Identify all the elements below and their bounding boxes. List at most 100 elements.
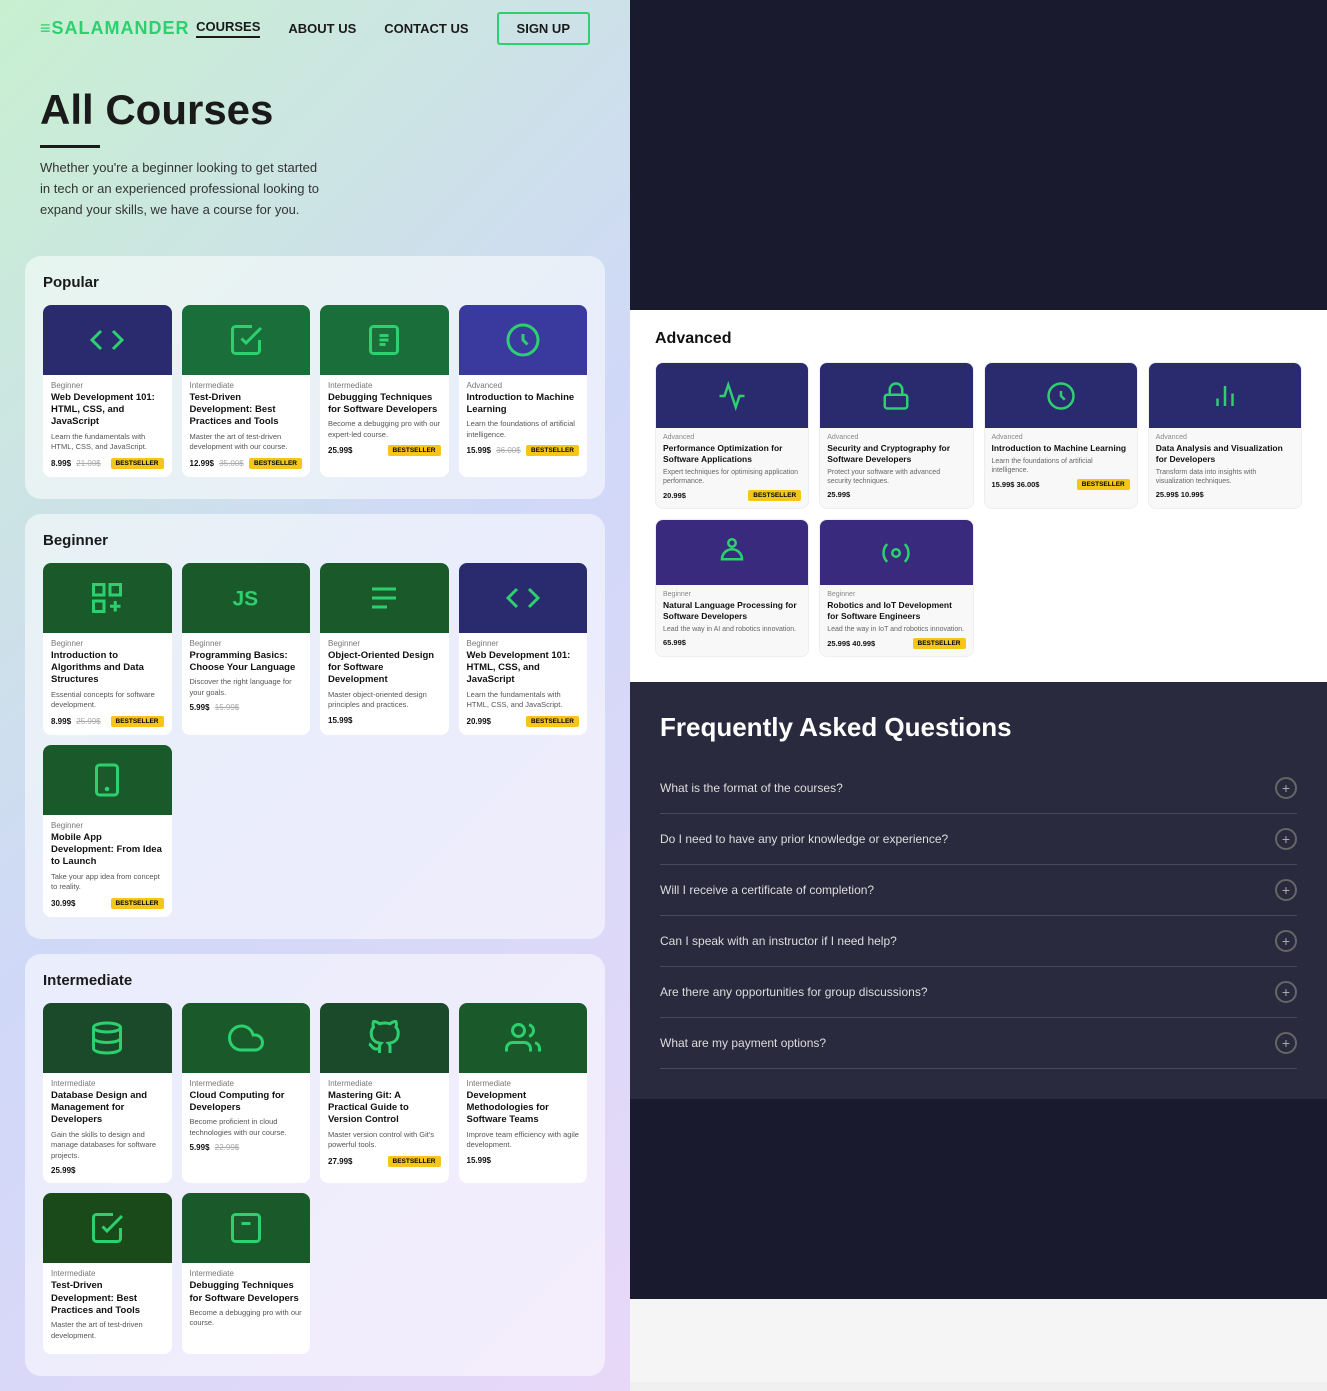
card-title: Development Methodologies for Software T… (467, 1090, 580, 1127)
card-title: Robotics and IoT Development for Softwar… (827, 600, 965, 622)
bestseller-badge: BESTSELLER (1077, 479, 1130, 490)
beginner-card-2[interactable]: JS Beginner Programming Basics: Choose Y… (182, 563, 311, 735)
advanced-card-4[interactable]: Advanced Data Analysis and Visualization… (1148, 362, 1302, 509)
popular-cards-grid: Beginner Web Development 101: HTML, CSS,… (43, 305, 587, 477)
logo[interactable]: ≡SALAMANDER (40, 18, 190, 39)
svg-text:JS: JS (232, 587, 258, 610)
card-level: Beginner (663, 591, 801, 598)
card-footer: 25.99$ (51, 1166, 164, 1175)
card-body: Intermediate Debugging Techniques for So… (320, 375, 449, 465)
beginner-title: Beginner (43, 532, 587, 549)
advanced-card-6[interactable]: Beginner Robotics and IoT Development fo… (819, 519, 973, 657)
card-price: 25.99$ (51, 1166, 75, 1175)
card-level: Beginner (827, 591, 965, 598)
faq-item-6[interactable]: What are my payment options? (660, 1018, 1297, 1069)
card-desc: Learn the fundamentals with HTML, CSS, a… (467, 690, 580, 711)
nav-about[interactable]: ABOUT US (288, 21, 356, 36)
advanced-title: Advanced (655, 330, 1302, 348)
card-footer: 20.99$ BESTSELLER (663, 490, 801, 501)
card-thumbnail (43, 1003, 172, 1073)
faq-expand-icon[interactable] (1275, 930, 1297, 952)
popular-card-3[interactable]: Intermediate Debugging Techniques for So… (320, 305, 449, 477)
advanced-card-2[interactable]: Advanced Security and Cryptography for S… (819, 362, 973, 509)
nav-courses[interactable]: COURSES (196, 19, 260, 38)
card-thumbnail (656, 520, 808, 585)
faq-item-3[interactable]: Will I receive a certificate of completi… (660, 865, 1297, 916)
card-price: 25.99$ (328, 446, 352, 455)
faq-question: Can I speak with an instructor if I need… (660, 934, 897, 948)
intermediate-card-5[interactable]: Intermediate Test-Driven Development: Be… (43, 1193, 172, 1354)
card-thumbnail (320, 1003, 449, 1073)
card-body: Beginner Mobile App Development: From Id… (43, 815, 172, 917)
advanced-card-5[interactable]: Beginner Natural Language Processing for… (655, 519, 809, 657)
popular-card-2[interactable]: Intermediate Test-Driven Development: Be… (182, 305, 311, 477)
card-title: Introduction to Machine Learning (992, 443, 1130, 454)
intermediate-card-4[interactable]: Intermediate Development Methodologies f… (459, 1003, 588, 1184)
card-price: 5.99$ 15.99$ (190, 703, 240, 712)
card-level: Advanced (827, 434, 965, 441)
card-level: Intermediate (467, 1079, 580, 1088)
card-desc: Master object-oriented design principles… (328, 690, 441, 711)
faq-expand-icon[interactable] (1275, 981, 1297, 1003)
card-price: 15.99$ (328, 716, 352, 725)
faq-item-4[interactable]: Can I speak with an instructor if I need… (660, 916, 1297, 967)
card-price: 15.99$ 36.00$ (467, 446, 521, 455)
card-body: Advanced Security and Cryptography for S… (820, 428, 972, 506)
card-body: Beginner Robotics and IoT Development fo… (820, 585, 972, 656)
card-title: Performance Optimization for Software Ap… (663, 443, 801, 465)
bestseller-badge: BESTSELLER (526, 445, 579, 456)
card-desc: Become proficient in cloud technologies … (190, 1117, 303, 1138)
intermediate-card-3[interactable]: Intermediate Mastering Git: A Practical … (320, 1003, 449, 1184)
card-thumbnail (459, 1003, 588, 1073)
card-desc: Discover the right language for your goa… (190, 677, 303, 698)
intermediate-card-6[interactable]: Intermediate Debugging Techniques for So… (182, 1193, 311, 1354)
faq-expand-icon[interactable] (1275, 777, 1297, 799)
card-footer: 25.99$ BESTSELLER (328, 445, 441, 456)
card-footer: 8.99$ 21.00$ BESTSELLER (51, 458, 164, 469)
card-body: Beginner Introduction to Algorithms and … (43, 633, 172, 735)
card-desc: Protect your software with advanced secu… (827, 468, 965, 486)
intermediate-card-1[interactable]: Intermediate Database Design and Managem… (43, 1003, 172, 1184)
advanced-card-3[interactable]: Advanced Introduction to Machine Learnin… (984, 362, 1138, 509)
card-desc: Lead the way in AI and robotics innovati… (663, 625, 801, 634)
hero-section: All Courses Whether you're a beginner lo… (0, 57, 630, 241)
beginner-card-3[interactable]: Beginner Object-Oriented Design for Soft… (320, 563, 449, 735)
faq-expand-icon[interactable] (1275, 879, 1297, 901)
popular-card-1[interactable]: Beginner Web Development 101: HTML, CSS,… (43, 305, 172, 477)
nav-contact[interactable]: CONTACT US (384, 21, 468, 36)
card-price: 65.99$ (663, 638, 686, 647)
card-title: Natural Language Processing for Software… (663, 600, 801, 622)
right-panel: Advanced Advanced Performance Optimizati… (630, 0, 1327, 1382)
card-desc: Essential concepts for software developm… (51, 690, 164, 711)
faq-item-1[interactable]: What is the format of the courses? (660, 763, 1297, 814)
bestseller-badge: BESTSELLER (111, 716, 164, 727)
bestseller-badge: BESTSELLER (748, 490, 801, 501)
beginner-card-4[interactable]: Beginner Web Development 101: HTML, CSS,… (459, 563, 588, 735)
faq-item-5[interactable]: Are there any opportunities for group di… (660, 967, 1297, 1018)
popular-card-4[interactable]: Advanced Introduction to Machine Learnin… (459, 305, 588, 477)
card-body: Beginner Web Development 101: HTML, CSS,… (43, 375, 172, 477)
card-title: Mobile App Development: From Idea to Lau… (51, 832, 164, 869)
card-body: Intermediate Database Design and Managem… (43, 1073, 172, 1184)
card-level: Intermediate (328, 381, 441, 390)
card-thumbnail (459, 563, 588, 633)
faq-expand-icon[interactable] (1275, 1032, 1297, 1054)
beginner-card-1[interactable]: Beginner Introduction to Algorithms and … (43, 563, 172, 735)
card-body: Advanced Introduction to Machine Learnin… (985, 428, 1137, 497)
faq-item-2[interactable]: Do I need to have any prior knowledge or… (660, 814, 1297, 865)
card-level: Beginner (328, 639, 441, 648)
card-body: Advanced Introduction to Machine Learnin… (459, 375, 588, 465)
card-thumbnail: JS (182, 563, 311, 633)
intermediate-card-2[interactable]: Intermediate Cloud Computing for Develop… (182, 1003, 311, 1184)
signup-button[interactable]: SIGN UP (497, 12, 590, 45)
bestseller-badge: BESTSELLER (388, 445, 441, 456)
card-level: Beginner (190, 639, 303, 648)
card-thumbnail (43, 745, 172, 815)
faq-expand-icon[interactable] (1275, 828, 1297, 850)
card-body: Intermediate Debugging Techniques for So… (182, 1263, 311, 1342)
card-footer: 25.99$ (827, 490, 965, 499)
advanced-card-1[interactable]: Advanced Performance Optimization for So… (655, 362, 809, 509)
card-price: 27.99$ (328, 1157, 352, 1166)
beginner-card-5[interactable]: Beginner Mobile App Development: From Id… (43, 745, 172, 917)
card-thumbnail (459, 305, 588, 375)
